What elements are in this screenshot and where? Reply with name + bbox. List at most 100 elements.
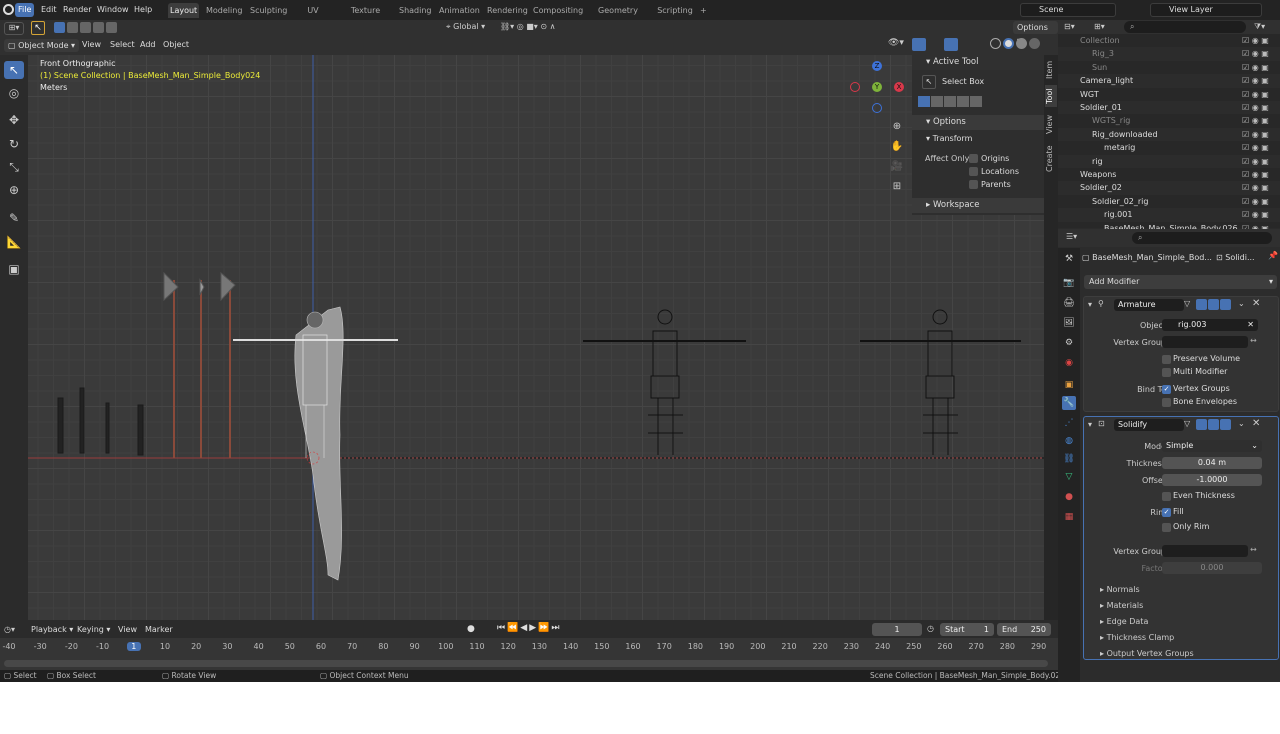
visibility-toggles[interactable]: ☑ ◉ ▣	[1242, 47, 1269, 60]
material-tab-icon[interactable]: ●	[1062, 490, 1076, 504]
edit-mode-icon[interactable]	[1196, 299, 1207, 310]
physics-tab-icon[interactable]: ◍	[1062, 434, 1076, 448]
tab-geometry-nodes[interactable]: Geometry Nodes	[587, 3, 649, 30]
rotate-tool-icon[interactable]: ↻	[4, 135, 24, 153]
pivot-snap-icons[interactable]: ⛓▾ ◎ ■▾ ⊙ ∧	[500, 22, 555, 31]
outliner-row[interactable]: WGTS_rig ☑ ◉ ▣	[1058, 114, 1280, 127]
solidify-render-icon[interactable]	[1220, 419, 1231, 430]
armature-name-field[interactable]: Armature	[1114, 299, 1184, 311]
visibility-toggles[interactable]: ☑ ◉ ▣	[1242, 74, 1269, 87]
wireframe-shading-icon[interactable]	[990, 38, 1001, 49]
visibility-toggles[interactable]: ☑ ◉ ▣	[1242, 61, 1269, 74]
tab-shading[interactable]: Shading	[397, 3, 432, 18]
select-intersect-icon[interactable]	[106, 22, 117, 33]
mode-invert-icon[interactable]	[957, 96, 969, 107]
armature-delete-icon[interactable]: ✕	[1252, 298, 1260, 309]
solidify-collapse-icon[interactable]: ▾	[1088, 420, 1092, 429]
options-dropdown[interactable]: Options ▾	[1013, 21, 1058, 45]
3d-viewport[interactable]: Front Orthographic (1) Scene Collection …	[28, 55, 1046, 620]
visibility-toggles[interactable]: ☑ ◉ ▣	[1242, 128, 1269, 141]
tab-create[interactable]: Create	[1045, 145, 1057, 173]
visibility-toggles[interactable]: ☑ ◉ ▣	[1242, 101, 1269, 114]
solidify-on-cage-icon[interactable]: ▽	[1184, 419, 1195, 430]
parents-checkbox[interactable]	[969, 180, 978, 189]
origins-checkbox[interactable]	[969, 154, 978, 163]
view-layer-tab-icon[interactable]: 🖼	[1062, 316, 1076, 330]
outliner-row[interactable]: metarig ☑ ◉ ▣	[1058, 141, 1280, 154]
data-tab-icon[interactable]: ▽	[1062, 470, 1076, 484]
tab-modeling[interactable]: Modeling	[204, 3, 243, 18]
armature-vertex-group-field[interactable]	[1162, 336, 1248, 348]
timeline-menu-keying[interactable]: Keying ▾	[77, 625, 110, 634]
pin-icon[interactable]: 📌	[1268, 251, 1278, 260]
solidify-name-field[interactable]: Solidify	[1114, 419, 1184, 431]
tab-animation[interactable]: Animation	[437, 3, 480, 18]
modifier-tab-icon[interactable]: 🔧	[1062, 396, 1076, 410]
outliner-row[interactable]: Weapons ☑ ◉ ▣	[1058, 168, 1280, 181]
solidify-delete-icon[interactable]: ✕	[1252, 418, 1260, 429]
transform-subheader[interactable]: ▾ Transform	[926, 134, 972, 143]
outliner-row[interactable]: Rig_downloaded ☑ ◉ ▣	[1058, 127, 1280, 142]
timeline-editor-icon[interactable]: ◷▾	[4, 625, 15, 634]
properties-editor-icon[interactable]: ☰▾	[1066, 232, 1077, 241]
properties-search-input[interactable]: ⌕	[1132, 232, 1272, 244]
timer-icon[interactable]: ◷	[927, 624, 934, 633]
tab-layout[interactable]: Layout	[168, 3, 199, 18]
options-header[interactable]: ▾ Options	[912, 115, 1044, 130]
select-new-icon[interactable]	[54, 22, 65, 33]
tool-selection-modes[interactable]	[918, 96, 982, 107]
gizmo-toggle-icon[interactable]	[912, 38, 926, 51]
cursor-tool-icon[interactable]: ◎	[4, 84, 24, 102]
outliner-row[interactable]: Rig_3 ☑ ◉ ▣	[1058, 47, 1280, 61]
select-tool-icon[interactable]: ↖	[31, 21, 45, 35]
particles-tab-icon[interactable]: ⋰	[1062, 416, 1076, 430]
zoom-icon[interactable]: ⊕	[890, 117, 904, 137]
workspace-header[interactable]: ▸ Workspace	[912, 198, 1044, 213]
solidify-dropdown-icon[interactable]: ⌄	[1238, 419, 1245, 428]
shading-modes[interactable]	[990, 38, 1040, 49]
offset-field[interactable]: -1.0000	[1162, 474, 1262, 486]
outliner-editor-icon[interactable]: ⊟▾	[1064, 22, 1075, 31]
tab-compositing[interactable]: Compositing	[531, 3, 583, 18]
thickness-field[interactable]: 0.04 m	[1162, 457, 1262, 469]
even-thickness-checkbox[interactable]	[1162, 492, 1171, 501]
playback-controls[interactable]: ⏮⏪◀▶⏩⏭	[497, 623, 561, 633]
menu-window[interactable]: Window	[94, 3, 132, 17]
viewport-menu-object[interactable]: Object	[163, 40, 189, 49]
solidify-header[interactable]: ▾ ⊡ Solidify ▽ ⌄ ✕	[1084, 417, 1278, 433]
mode-new-icon[interactable]	[918, 96, 930, 107]
constraints-tab-icon[interactable]: ⛓	[1062, 452, 1076, 466]
gizmo-y-axis[interactable]: Y	[872, 82, 882, 92]
tab-tool[interactable]: Tool	[1045, 85, 1057, 107]
outliner-row[interactable]: Sun ☑ ◉ ▣	[1058, 61, 1280, 74]
select-box-icon[interactable]: ↖	[922, 75, 936, 89]
solid-shading-icon[interactable]	[1003, 38, 1014, 49]
rendered-shading-icon[interactable]	[1029, 38, 1040, 49]
fill-checkbox[interactable]: ✓	[1162, 508, 1171, 517]
tab-rendering[interactable]: Rendering	[485, 3, 528, 18]
outliner-row[interactable]: Soldier_02_rig ☑ ◉ ▣	[1058, 195, 1280, 208]
outliner-row[interactable]: Soldier_02 ☑ ◉ ▣	[1058, 181, 1280, 195]
invert-vgroup-icon[interactable]: ↔	[1250, 336, 1257, 345]
solidify-realtime-icon[interactable]	[1208, 419, 1219, 430]
viewport-menu-select[interactable]: Select	[110, 40, 135, 49]
realtime-icon[interactable]	[1208, 299, 1219, 310]
visibility-toggles[interactable]: ☑ ◉ ▣	[1242, 181, 1269, 194]
scene-selector[interactable]: Scene	[1020, 3, 1116, 17]
timeline-menu-playback[interactable]: Playback ▾	[31, 625, 73, 634]
start-frame-field[interactable]: Start 1	[940, 623, 994, 636]
filter-icon[interactable]: ⧩▾	[1254, 22, 1265, 32]
armature-collapse-icon[interactable]: ▾	[1088, 300, 1092, 309]
end-frame-field[interactable]: End 250	[997, 623, 1051, 636]
armature-object-field[interactable]: rig.003 ✕	[1162, 319, 1258, 331]
edge-data-subpanel[interactable]: ▸ Edge Data	[1100, 617, 1148, 626]
measure-tool-icon[interactable]: 📐	[4, 233, 24, 251]
visibility-toggles[interactable]: ☑ ◉ ▣	[1242, 168, 1269, 181]
overlay-toggle-icon[interactable]	[944, 38, 958, 51]
menu-render[interactable]: Render	[60, 3, 94, 17]
visibility-toggles[interactable]: ☑ ◉ ▣	[1242, 141, 1269, 154]
material-shading-icon[interactable]	[1016, 38, 1027, 49]
navigation-gizmo[interactable]: Z Y X	[848, 57, 906, 115]
pan-hand-icon[interactable]: ✋	[890, 137, 904, 157]
solidify-vertex-group-field[interactable]	[1162, 545, 1248, 557]
